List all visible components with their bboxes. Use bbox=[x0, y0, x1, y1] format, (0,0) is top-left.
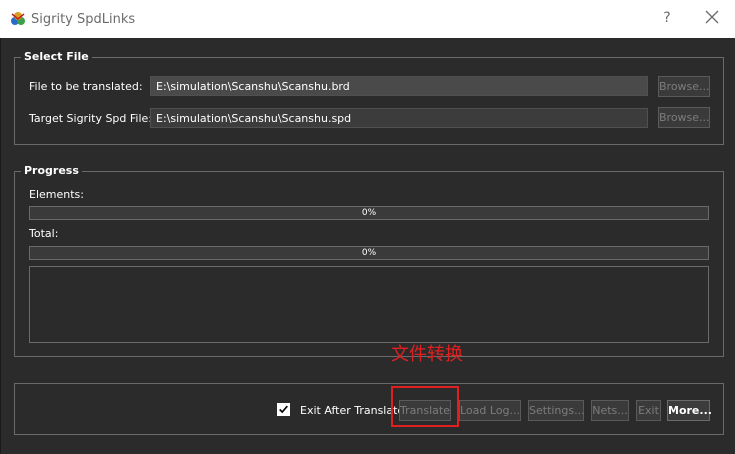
browse-target-button[interactable]: Browse... bbox=[658, 107, 710, 128]
settings-button[interactable]: Settings... bbox=[528, 400, 585, 421]
dialog-body: Select File File to be translated: E:\si… bbox=[0, 38, 735, 454]
elements-label: Elements: bbox=[29, 188, 84, 201]
load-log-button[interactable]: Load Log... bbox=[459, 400, 521, 421]
check-icon bbox=[279, 405, 288, 414]
elements-progress-bar: 0% bbox=[29, 206, 709, 220]
total-progress-bar: 0% bbox=[29, 246, 709, 260]
select-file-group: Select File File to be translated: E:\si… bbox=[14, 50, 724, 145]
source-file-label: File to be translated: bbox=[29, 80, 143, 93]
select-file-legend: Select File bbox=[21, 50, 92, 63]
total-label: Total: bbox=[29, 227, 59, 240]
nets-button[interactable]: Nets... bbox=[591, 400, 629, 421]
progress-group: Progress Elements: 0% Total: 0% bbox=[14, 164, 724, 357]
target-file-label: Target Sigrity Spd File: bbox=[29, 112, 153, 125]
target-file-field[interactable]: E:\simulation\Scanshu\Scanshu.spd bbox=[150, 108, 648, 128]
more-button[interactable]: More... bbox=[667, 400, 712, 421]
log-output-area[interactable] bbox=[29, 266, 709, 343]
exit-after-translate-label: Exit After Translate bbox=[300, 404, 405, 417]
browse-source-button[interactable]: Browse... bbox=[658, 76, 710, 97]
sigrity-app-icon bbox=[11, 12, 25, 25]
progress-legend: Progress bbox=[21, 164, 82, 177]
window-title: Sigrity SpdLinks bbox=[31, 12, 136, 27]
exit-button[interactable]: Exit bbox=[636, 400, 661, 421]
translate-highlight-box bbox=[391, 386, 459, 427]
help-button[interactable]: ? bbox=[660, 10, 674, 26]
annotation-label: 文件转换 bbox=[391, 344, 463, 365]
window-titlebar: Sigrity SpdLinks ? bbox=[0, 0, 735, 38]
source-file-field[interactable]: E:\simulation\Scanshu\Scanshu.brd bbox=[150, 76, 648, 96]
action-group: Exit After Translate Translate Load Log.… bbox=[14, 383, 724, 435]
exit-after-translate-checkbox[interactable] bbox=[277, 403, 290, 416]
close-icon[interactable] bbox=[703, 8, 721, 26]
